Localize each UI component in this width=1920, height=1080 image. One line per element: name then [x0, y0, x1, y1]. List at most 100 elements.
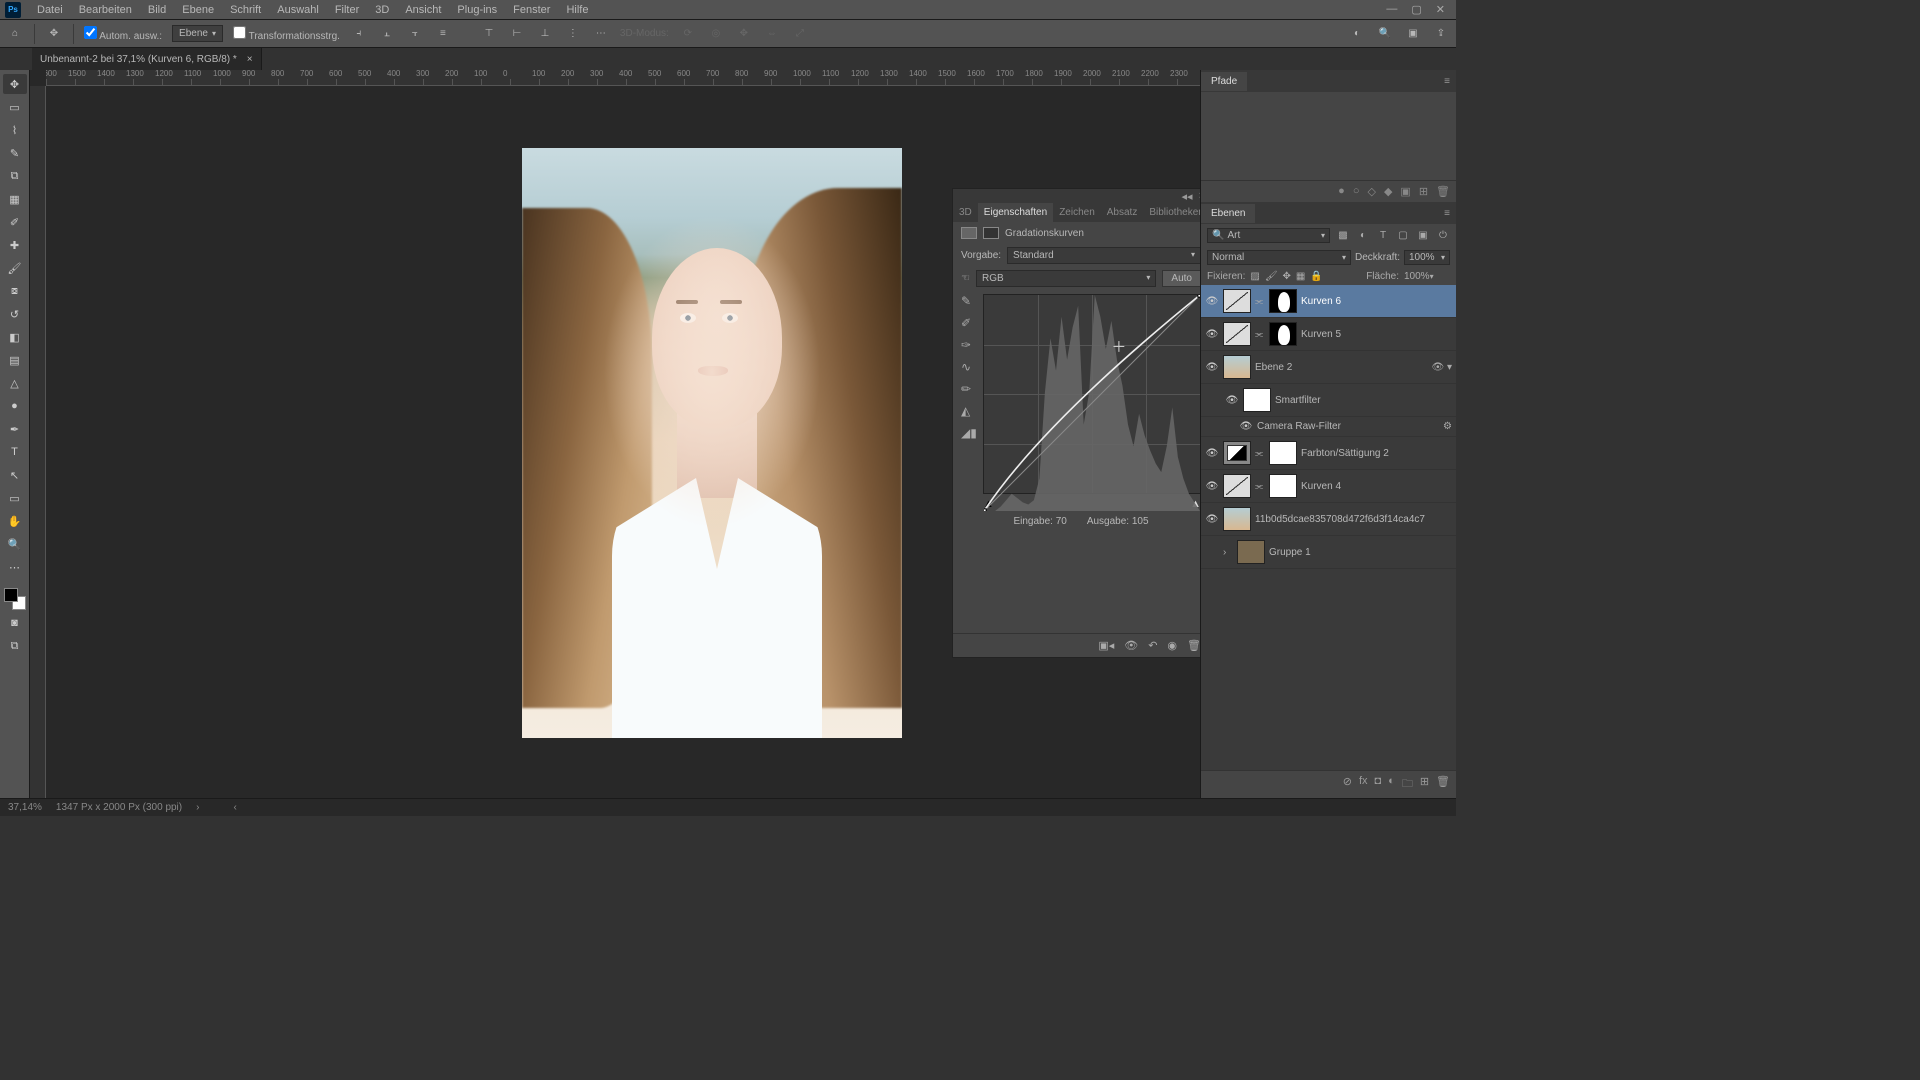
menu-datei[interactable]: Datei: [29, 4, 71, 16]
lock-transparency-icon[interactable]: ▨: [1250, 271, 1259, 282]
add-mask-icon[interactable]: ◘: [1375, 775, 1382, 794]
lock-all-icon[interactable]: 🔒: [1310, 271, 1322, 282]
foreground-color-swatch[interactable]: [4, 588, 18, 602]
visibility-toggle[interactable]: 👁: [1225, 395, 1239, 406]
more-options-icon[interactable]: ⋯: [592, 25, 610, 43]
workspace-icon[interactable]: ▣: [1404, 25, 1422, 43]
fill-input[interactable]: 100%▾: [1404, 271, 1450, 282]
visibility-toggle[interactable]: 👁: [1205, 481, 1219, 492]
link-icon[interactable]: ⫘: [1255, 481, 1265, 492]
layer-name[interactable]: 11b0d5dcae835708d472f6d3f14ca4c7: [1255, 514, 1425, 525]
maximize-button[interactable]: ▢: [1411, 3, 1421, 16]
hand-tool[interactable]: ✋: [3, 511, 27, 531]
dodge-tool[interactable]: ●: [3, 396, 27, 416]
cloud-docs-icon[interactable]: ◐: [1348, 25, 1366, 43]
layer-row[interactable]: 👁⫘Farbton/Sättigung 2: [1201, 437, 1456, 470]
layer-name[interactable]: Ebene 2: [1255, 362, 1292, 373]
layer-name[interactable]: Kurven 4: [1301, 481, 1341, 492]
minimize-button[interactable]: —: [1386, 3, 1397, 16]
auto-select-checkbox[interactable]: Autom. ausw.:: [84, 26, 162, 42]
view-previous-icon[interactable]: ◉: [1167, 639, 1177, 652]
black-sampler-icon[interactable]: ✑: [961, 338, 979, 352]
brush-tool[interactable]: 🖌: [3, 258, 27, 278]
collapse-panel-icon[interactable]: ◂◂: [1182, 190, 1193, 203]
frame-tool[interactable]: ▦: [3, 189, 27, 209]
align-top-icon[interactable]: ⊤: [480, 25, 498, 43]
histogram-toggle-icon[interactable]: ◢▮: [961, 426, 979, 440]
opacity-input[interactable]: 100%▾: [1404, 250, 1450, 265]
home-icon[interactable]: ⌂: [6, 25, 24, 43]
close-panel-icon[interactable]: ×: [1199, 190, 1200, 202]
preset-dropdown[interactable]: Standard▾: [1007, 247, 1200, 264]
layer-thumb[interactable]: [1223, 355, 1251, 379]
clip-display-icon[interactable]: ◭: [961, 404, 979, 418]
filter-adjust-icon[interactable]: ◐: [1356, 229, 1370, 243]
tab-pfade[interactable]: Pfade: [1201, 72, 1247, 91]
expand-icon[interactable]: ›: [1223, 547, 1233, 558]
filter-settings-icon[interactable]: ⚙: [1443, 421, 1452, 432]
pen-tool[interactable]: ✒: [3, 419, 27, 439]
quick-select-tool[interactable]: ✎: [3, 143, 27, 163]
layer-filter-dropdown[interactable]: 🔍 Art ▾: [1207, 228, 1330, 243]
adjustment-thumb[interactable]: [1223, 289, 1251, 313]
link-icon[interactable]: ⫘: [1255, 296, 1265, 307]
adjustment-thumb[interactable]: [1223, 322, 1251, 346]
gradient-tool[interactable]: ▤: [3, 350, 27, 370]
point-sampler-icon[interactable]: ✎: [961, 294, 979, 308]
fill-path-icon[interactable]: ●: [1338, 185, 1345, 198]
adjustment-thumb[interactable]: [1223, 441, 1251, 465]
pencil-curve-icon[interactable]: ✏: [961, 382, 979, 396]
panel-menu-icon[interactable]: ≡: [1438, 72, 1456, 91]
quick-mask-toggle[interactable]: ◙: [3, 613, 27, 633]
link-layers-icon[interactable]: ⊘: [1343, 775, 1352, 794]
layer-row[interactable]: 👁 ⫘ Kurven 4: [1201, 470, 1456, 503]
filter-shape-icon[interactable]: ▢: [1396, 229, 1410, 243]
visibility-toggle[interactable]: 👁: [1205, 362, 1219, 373]
curves-graph[interactable]: [983, 294, 1200, 494]
distribute-h-icon[interactable]: ≡: [434, 25, 452, 43]
transform-controls-checkbox[interactable]: Transformationsstrg.: [233, 26, 340, 42]
filter-mask-thumb[interactable]: [1243, 388, 1271, 412]
shape-tool[interactable]: ▭: [3, 488, 27, 508]
filter-smart-icon[interactable]: ▣: [1416, 229, 1430, 243]
stroke-path-icon[interactable]: ○: [1353, 185, 1360, 198]
layer-row[interactable]: 👁Smartfilter: [1201, 384, 1456, 417]
layer-fx-icon[interactable]: fx: [1359, 775, 1368, 794]
search-icon[interactable]: 🔍: [1376, 25, 1394, 43]
reset-icon[interactable]: ↶: [1148, 639, 1157, 652]
distribute-v-icon[interactable]: ⋮: [564, 25, 582, 43]
link-icon[interactable]: ⫘: [1255, 329, 1265, 340]
visibility-toggle[interactable]: 👁: [1205, 329, 1219, 340]
clone-stamp-tool[interactable]: ⧇: [3, 281, 27, 301]
filter-pixel-icon[interactable]: ▩: [1336, 229, 1350, 243]
menu-auswahl[interactable]: Auswahl: [269, 4, 327, 16]
document-tab[interactable]: Unbenannt-2 bei 37,1% (Kurven 6, RGB/8) …: [32, 48, 262, 70]
adjustment-thumb[interactable]: [1223, 474, 1251, 498]
move-tool-icon[interactable]: ✥: [45, 25, 63, 43]
menu-ebene[interactable]: Ebene: [174, 4, 222, 16]
filter-type-icon[interactable]: T: [1376, 229, 1390, 243]
zoom-tool[interactable]: 🔍: [3, 534, 27, 554]
eyedropper-tool[interactable]: ✐: [3, 212, 27, 232]
visibility-toggle[interactable]: 👁: [1205, 514, 1219, 525]
edit-toolbar[interactable]: ⋯: [3, 557, 27, 577]
path-select-tool[interactable]: ↖: [3, 465, 27, 485]
path-to-selection-icon[interactable]: ◇: [1367, 185, 1375, 198]
new-path-icon[interactable]: ⊞: [1419, 185, 1428, 198]
visibility-toggle[interactable]: 👁: [1205, 296, 1219, 307]
align-center-v-icon[interactable]: ⊢: [508, 25, 526, 43]
blend-mode-dropdown[interactable]: Normal▾: [1207, 250, 1351, 265]
new-group-icon[interactable]: 🗀: [1402, 775, 1413, 794]
move-tool[interactable]: ✥: [3, 74, 27, 94]
align-left-icon[interactable]: ⫞: [350, 25, 368, 43]
smooth-curve-icon[interactable]: ∿: [961, 360, 979, 374]
mask-thumb[interactable]: [1269, 474, 1297, 498]
link-icon[interactable]: ⫘: [1255, 448, 1265, 459]
tab-ebenen[interactable]: Ebenen: [1201, 204, 1255, 223]
lasso-tool[interactable]: ⌇: [3, 120, 27, 140]
tab-bibliotheken[interactable]: Bibliotheken: [1143, 203, 1200, 222]
lock-position-icon[interactable]: ✥: [1283, 271, 1291, 282]
selection-to-path-icon[interactable]: ◆: [1384, 185, 1392, 198]
healing-brush-tool[interactable]: ✚: [3, 235, 27, 255]
targeted-adjust-icon[interactable]: ☜: [961, 273, 970, 284]
